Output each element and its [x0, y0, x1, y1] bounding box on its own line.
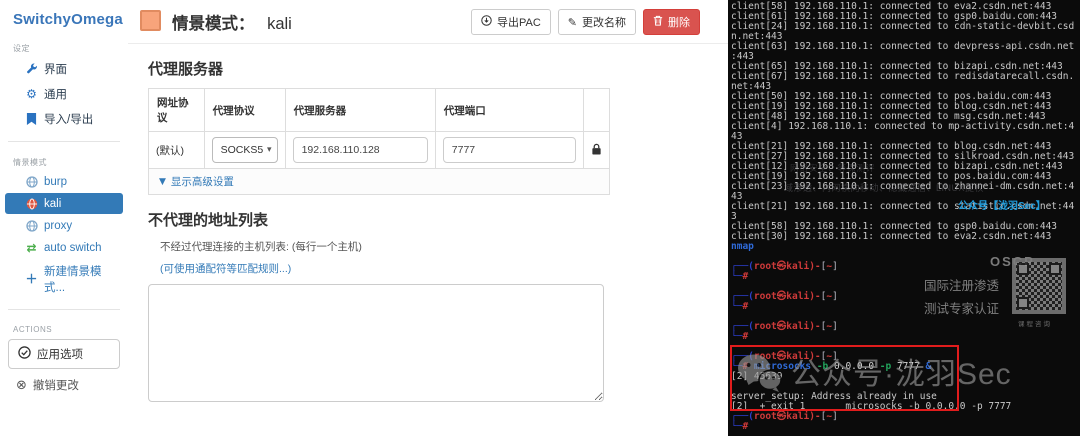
column-header-server: 代理服务器: [285, 89, 435, 132]
column-header-scheme: 网址协议: [149, 89, 205, 132]
screenshot-root: SwitchyOmega 设定 界面 ⚙ 通用 导入/导出 情景模式: [0, 0, 1080, 436]
profile-name: kali: [267, 15, 292, 33]
sidebar-item-profile-auto-switch[interactable]: ⇄ auto switch: [5, 237, 123, 258]
app-logo: SwitchyOmega: [0, 0, 128, 28]
column-header-protocol: 代理协议: [204, 89, 285, 132]
revert-changes-button[interactable]: ⊗ 撤销更改: [16, 377, 120, 393]
globe-icon: [25, 219, 38, 232]
channel-tag-text: 公众号【泷羽Sec】: [958, 202, 1046, 212]
watermark-faint-text: 域渗透、内网横向移动、隐藏通信、LINUX提权: [784, 183, 984, 193]
protocol-selected-value: SOCKS5: [221, 144, 264, 156]
delete-profile-button[interactable]: 删除: [643, 9, 700, 35]
delete-label: 删除: [668, 14, 690, 30]
sidebar-item-label: 导入/导出: [44, 111, 93, 127]
bypass-subtitle: 不经过代理连接的主机列表: (每行一个主机): [160, 239, 728, 254]
sidebar-item-label: burp: [44, 176, 67, 188]
qr-caption: 课程咨询: [1018, 320, 1052, 330]
switchyomega-options-page: SwitchyOmega 设定 界面 ⚙ 通用 导入/导出 情景模式: [0, 0, 728, 436]
sidebar-item-label: kali: [44, 198, 61, 210]
sidebar-item-label: 新建情景模式...: [44, 263, 117, 295]
sidebar-item-import-export[interactable]: 导入/导出: [5, 107, 123, 131]
proxy-table-header-row: 网址协议 代理协议 代理服务器 代理端口: [149, 89, 610, 132]
main-content: 情景模式： kali 导出PAC ✎ 更改名称: [128, 0, 728, 436]
profiles-section-label: 情景模式: [13, 157, 128, 168]
plus-icon: ＋: [25, 273, 38, 286]
sidebar-item-label: proxy: [44, 220, 72, 232]
bypass-section-title: 不代理的地址列表: [148, 209, 728, 230]
x-circle-icon: ⊗: [16, 379, 27, 392]
auth-lock-button[interactable]: [591, 146, 602, 158]
check-circle-icon: [18, 346, 31, 362]
sidebar: SwitchyOmega 设定 界面 ⚙ 通用 导入/导出 情景模式: [0, 0, 128, 436]
sidebar-divider: [8, 309, 120, 310]
export-pac-label: 导出PAC: [497, 14, 541, 30]
chevron-down-icon: ▼: [159, 177, 166, 187]
proxy-port-input[interactable]: [443, 137, 576, 163]
page-title-prefix: 情景模式：: [172, 15, 255, 33]
apply-changes-button[interactable]: 应用选项: [8, 339, 120, 369]
sidebar-item-profile-kali[interactable]: kali: [5, 193, 123, 214]
qr-code: [1012, 258, 1066, 314]
sidebar-item-interface[interactable]: 界面: [5, 57, 123, 81]
apply-changes-label: 应用选项: [37, 346, 83, 362]
sidebar-item-profile-proxy[interactable]: proxy: [5, 215, 123, 236]
header-actions: 导出PAC ✎ 更改名称 删除: [471, 9, 700, 35]
show-advanced-settings-link[interactable]: ▼ 显示高级设置: [159, 174, 234, 189]
proxy-server-input[interactable]: [293, 137, 428, 163]
settings-section-label: 设定: [13, 43, 128, 54]
profile-color-swatch: [140, 10, 161, 31]
wrench-icon: [25, 63, 38, 76]
watermark-oscp-line: 测试专家认证: [924, 304, 999, 314]
profile-header: 情景模式： kali 导出PAC ✎ 更改名称: [128, 0, 728, 44]
red-highlight-box: [730, 345, 959, 411]
watermark-faint-text: 网络安全、等保测评: [790, 163, 876, 173]
sidebar-item-general[interactable]: ⚙ 通用: [5, 82, 123, 106]
export-pac-button[interactable]: 导出PAC: [471, 9, 551, 35]
edit-icon: ✎: [568, 17, 577, 28]
rename-button[interactable]: ✎ 更改名称: [558, 9, 636, 35]
sidebar-item-label: 界面: [44, 61, 67, 77]
watermark-oscp-line: 国际注册渗透: [924, 281, 999, 291]
wildcard-rules-link[interactable]: (可使用通配符等匹配规则...): [160, 261, 291, 276]
import-export-icon: [25, 113, 38, 126]
sidebar-item-new-profile[interactable]: ＋ 新建情景模式...: [5, 259, 123, 299]
proxy-table-row: (默认) SOCKS5 ▾: [149, 132, 610, 169]
trash-icon: [653, 15, 663, 29]
proxy-section-title: 代理服务器: [148, 58, 728, 79]
page-title: 情景模式： kali: [172, 10, 292, 34]
sidebar-item-label: 通用: [44, 86, 67, 102]
globe-icon: [25, 175, 38, 188]
advanced-settings-row: ▼ 显示高级设置: [149, 169, 610, 195]
globe-icon: [25, 197, 38, 210]
kali-terminal-window[interactable]: client[58] 192.168.110.1: connected to e…: [728, 0, 1080, 436]
caret-down-icon: ▾: [267, 138, 272, 162]
column-header-port: 代理端口: [435, 89, 583, 132]
bypass-list-section: 不代理的地址列表 不经过代理连接的主机列表: (每行一个主机) (可使用通配符等…: [128, 209, 728, 402]
scheme-cell: (默认): [149, 132, 205, 169]
sidebar-item-label: auto switch: [44, 242, 102, 254]
gear-icon: ⚙: [25, 88, 38, 101]
proxy-server-section: 代理服务器 网址协议 代理协议 代理服务器 代理端口 (默认) SOCKS5: [128, 58, 728, 195]
actions-section-label: ACTIONS: [13, 325, 128, 334]
advanced-settings-label: 显示高级设置: [171, 174, 234, 189]
bypass-list-textarea[interactable]: [148, 284, 604, 402]
proxy-server-table: 网址协议 代理协议 代理服务器 代理端口 (默认) SOCKS5 ▾: [148, 88, 610, 195]
protocol-select[interactable]: SOCKS5 ▾: [212, 137, 278, 163]
sidebar-divider: [8, 141, 120, 142]
rename-label: 更改名称: [582, 14, 626, 30]
switch-loop-icon: ⇄: [25, 241, 38, 254]
column-header-actions: [583, 89, 609, 132]
revert-changes-label: 撤销更改: [33, 377, 79, 393]
download-circle-icon: [481, 15, 492, 29]
sidebar-item-profile-burp[interactable]: burp: [5, 171, 123, 192]
